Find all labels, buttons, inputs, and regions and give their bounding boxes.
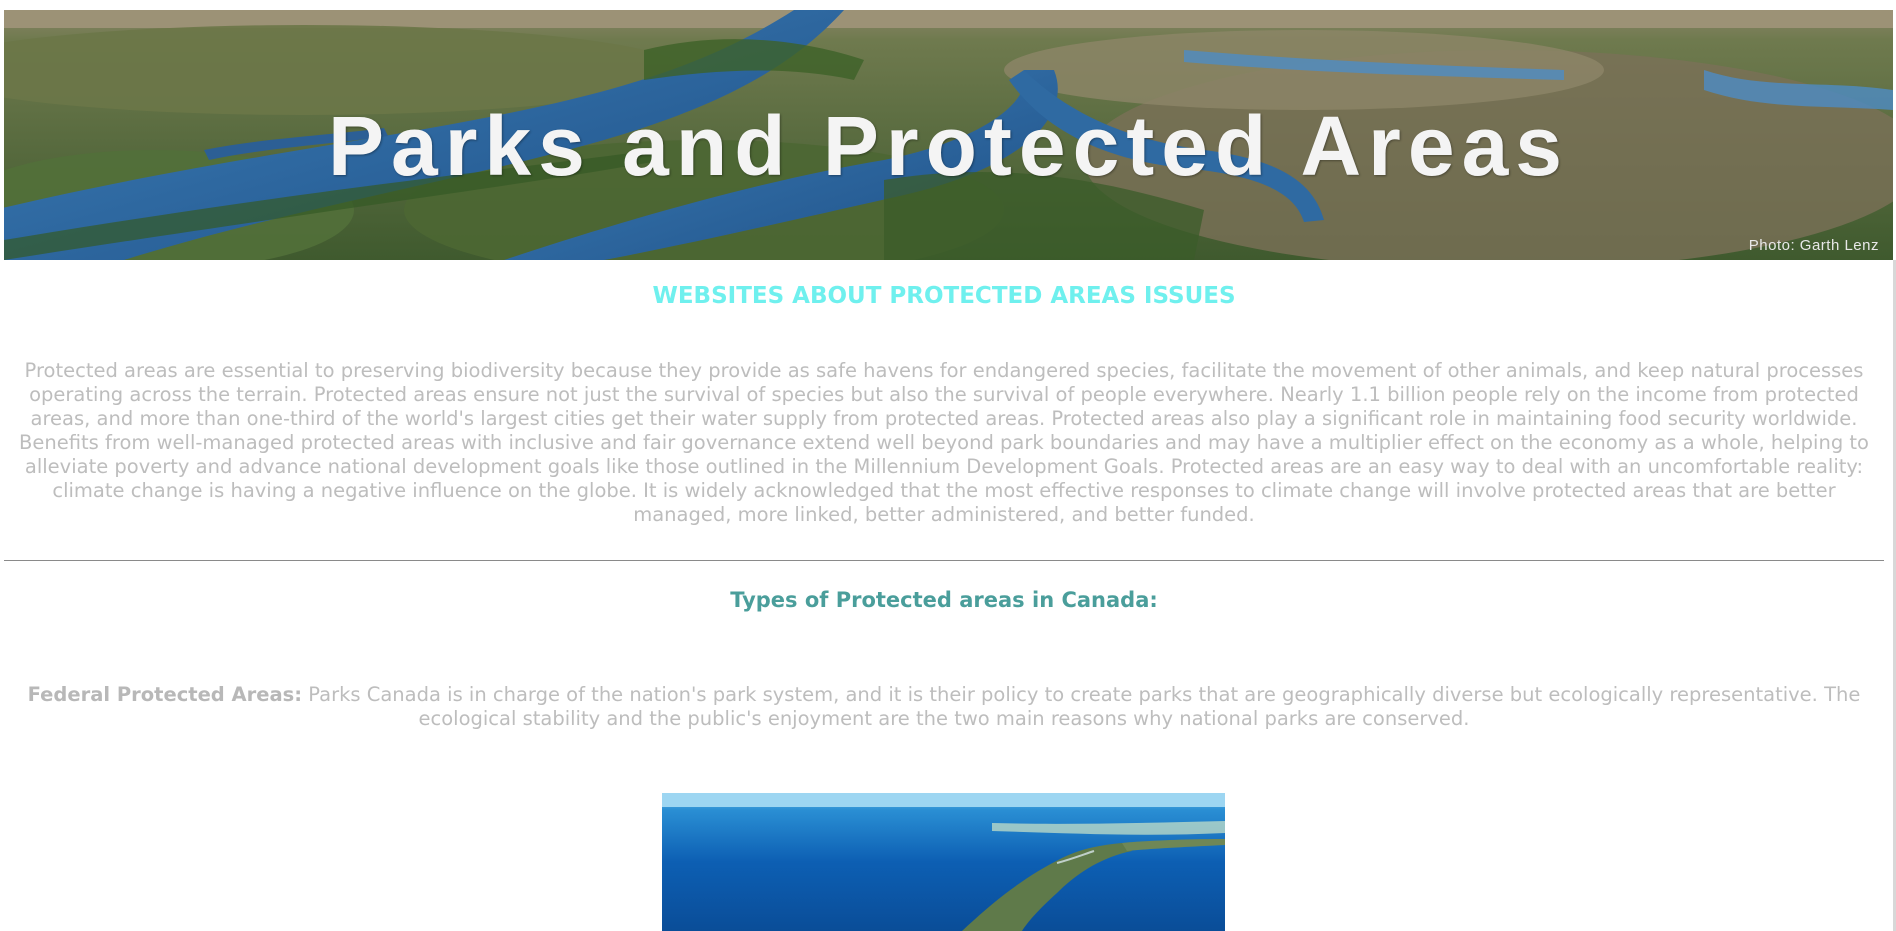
federal-text: Parks Canada is in charge of the nation'… xyxy=(302,683,1861,730)
federal-label: Federal Protected Areas: xyxy=(27,683,303,706)
federal-paragraph: Federal Protected Areas: Parks Canada is… xyxy=(4,683,1884,731)
section-heading: WEBSITES ABOUT PROTECTED AREAS ISSUES xyxy=(652,283,1236,309)
photo-credit: Photo: Garth Lenz xyxy=(1748,237,1879,254)
banner-title: Parks and Protected Areas xyxy=(327,99,1570,193)
intro-paragraph: Protected areas are essential to preserv… xyxy=(18,359,1869,526)
coastline-graphic xyxy=(662,793,1225,931)
types-heading: Types of Protected areas in Canada: xyxy=(730,588,1158,612)
banner-image: Parks and Protected Areas Photo: Garth L… xyxy=(4,10,1893,260)
page: Parks and Protected Areas Photo: Garth L… xyxy=(0,0,1896,931)
coastline-photo xyxy=(662,793,1225,931)
section-divider xyxy=(4,560,1884,561)
